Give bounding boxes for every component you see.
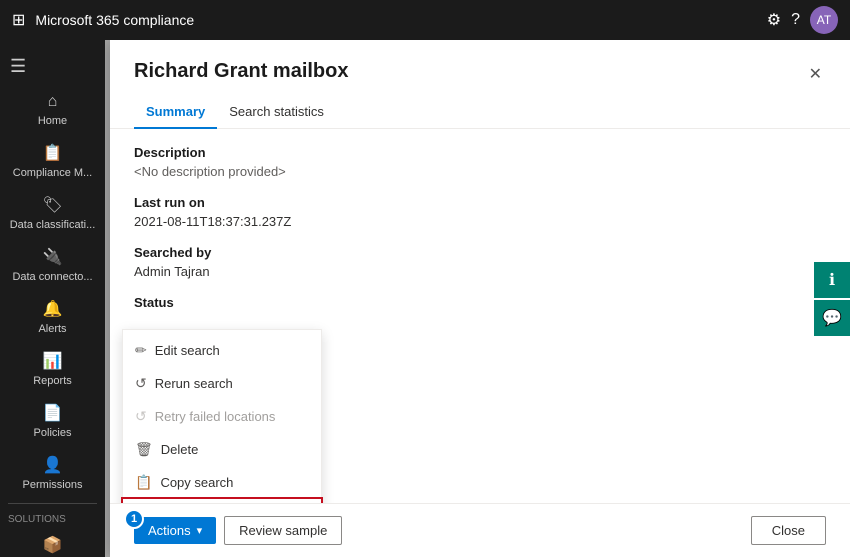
alerts-icon: 🔔 — [43, 299, 63, 319]
sidebar-item-label: Policies — [34, 427, 72, 439]
menu-item-rerun-search[interactable]: ↺ Rerun search — [123, 367, 321, 400]
sidebar-item-catalog[interactable]: 📦 Catalog — [0, 527, 105, 557]
description-value: <No description provided> — [134, 164, 826, 179]
status-label: Status — [134, 295, 826, 310]
searched-by-value: Admin Tajran — [134, 264, 826, 279]
data-connectors-icon: 🔌 — [43, 247, 63, 267]
tab-search-statistics[interactable]: Search statistics — [217, 96, 336, 129]
chat-button[interactable]: 💬 — [814, 300, 850, 336]
sidebar-item-label: Alerts — [38, 323, 66, 335]
app-title: Microsoft 365 compliance — [35, 12, 756, 28]
data-classification-icon: 🏷 — [42, 195, 62, 215]
avatar[interactable]: AT — [810, 6, 838, 34]
close-button[interactable]: Close — [751, 516, 826, 545]
edit-icon: ✏ — [135, 342, 147, 359]
help-icon[interactable]: ? — [791, 11, 800, 29]
floating-buttons: ℹ 💬 — [814, 262, 850, 336]
solutions-label: Solutions — [0, 508, 105, 527]
copy-icon: 📋 — [135, 474, 152, 491]
hamburger-icon[interactable]: ☰ — [0, 48, 105, 85]
reports-icon: 📊 — [43, 351, 63, 371]
sidebar-item-label: Reports — [33, 375, 72, 387]
permissions-icon: 👤 — [43, 455, 63, 475]
catalog-icon: 📦 — [43, 535, 63, 555]
policies-icon: 📄 — [43, 403, 63, 423]
sidebar-item-reports[interactable]: 📊 Reports — [0, 343, 105, 395]
menu-item-edit-search[interactable]: ✏ Edit search — [123, 334, 321, 367]
chevron-down-icon: ▾ — [197, 524, 203, 537]
main-layout: ☰ ⌂ Home 📋 Compliance M... 🏷 Data classi… — [0, 40, 850, 557]
topbar-icons: ⚙ ? AT — [767, 6, 838, 34]
sidebar-item-policies[interactable]: 📄 Policies — [0, 395, 105, 447]
actions-dropdown-menu: ✏ Edit search ↺ Rerun search ↺ Retry fai… — [122, 329, 322, 503]
panel-close-button[interactable]: ✕ — [805, 60, 826, 88]
grid-icon[interactable]: ⊞ — [12, 10, 25, 30]
sidebar-item-label: Data classificati... — [10, 219, 96, 231]
rerun-icon: ↺ — [135, 375, 147, 392]
sidebar-item-label: Compliance M... — [13, 167, 92, 179]
menu-item-label: Rerun search — [155, 376, 233, 391]
last-run-value: 2021-08-11T18:37:31.237Z — [134, 214, 826, 229]
badge-1: 1 — [124, 509, 144, 529]
searched-by-label: Searched by — [134, 245, 826, 260]
menu-item-delete[interactable]: 🗑 Delete — [123, 433, 321, 466]
sidebar-item-compliance[interactable]: 📋 Compliance M... — [0, 135, 105, 187]
sidebar-item-home[interactable]: ⌂ Home — [0, 85, 105, 135]
panel-footer: 1 Actions ▾ Review sample Close — [110, 503, 850, 557]
content-area: Richard Grant mailbox ✕ Summary Search s… — [105, 40, 850, 557]
sidebar-item-data-classification[interactable]: 🏷 Data classificati... — [0, 187, 105, 239]
detail-panel: Richard Grant mailbox ✕ Summary Search s… — [110, 40, 850, 557]
panel-title: Richard Grant mailbox — [134, 60, 805, 83]
retry-icon: ↺ — [135, 408, 147, 425]
sidebar-divider — [8, 503, 97, 504]
tab-summary[interactable]: Summary — [134, 96, 217, 129]
panel-header: Richard Grant mailbox ✕ — [110, 40, 850, 88]
sidebar-item-permissions[interactable]: 👤 Permissions — [0, 447, 105, 499]
sidebar-item-label: Home — [38, 115, 67, 127]
menu-item-label: Delete — [161, 442, 199, 457]
settings-icon[interactable]: ⚙ — [767, 10, 781, 30]
menu-item-retry-failed: ↺ Retry failed locations — [123, 400, 321, 433]
menu-item-export-results[interactable]: 2 ≡ Export results — [123, 499, 321, 503]
menu-item-label: Copy search — [160, 475, 233, 490]
panel-body: Description <No description provided> La… — [110, 129, 850, 503]
menu-item-label: Retry failed locations — [155, 409, 276, 424]
review-sample-button[interactable]: Review sample — [224, 516, 342, 545]
home-icon: ⌂ — [48, 93, 58, 111]
description-label: Description — [134, 145, 826, 160]
delete-icon: 🗑 — [135, 441, 153, 458]
topbar: ⊞ Microsoft 365 compliance ⚙ ? AT — [0, 0, 850, 40]
sidebar-item-data-connectors[interactable]: 🔌 Data connecto... — [0, 239, 105, 291]
actions-button[interactable]: 1 Actions ▾ — [134, 517, 216, 544]
sidebar-item-label: Permissions — [23, 479, 83, 491]
panel-tabs: Summary Search statistics — [110, 88, 850, 129]
actions-label: Actions — [148, 523, 191, 538]
menu-item-label: Edit search — [155, 343, 220, 358]
info-button[interactable]: ℹ — [814, 262, 850, 298]
sidebar-item-label: Data connecto... — [12, 271, 92, 283]
sidebar: ☰ ⌂ Home 📋 Compliance M... 🏷 Data classi… — [0, 40, 105, 557]
compliance-icon: 📋 — [43, 143, 63, 163]
last-run-label: Last run on — [134, 195, 826, 210]
sidebar-item-alerts[interactable]: 🔔 Alerts — [0, 291, 105, 343]
menu-item-copy-search[interactable]: 📋 Copy search — [123, 466, 321, 499]
